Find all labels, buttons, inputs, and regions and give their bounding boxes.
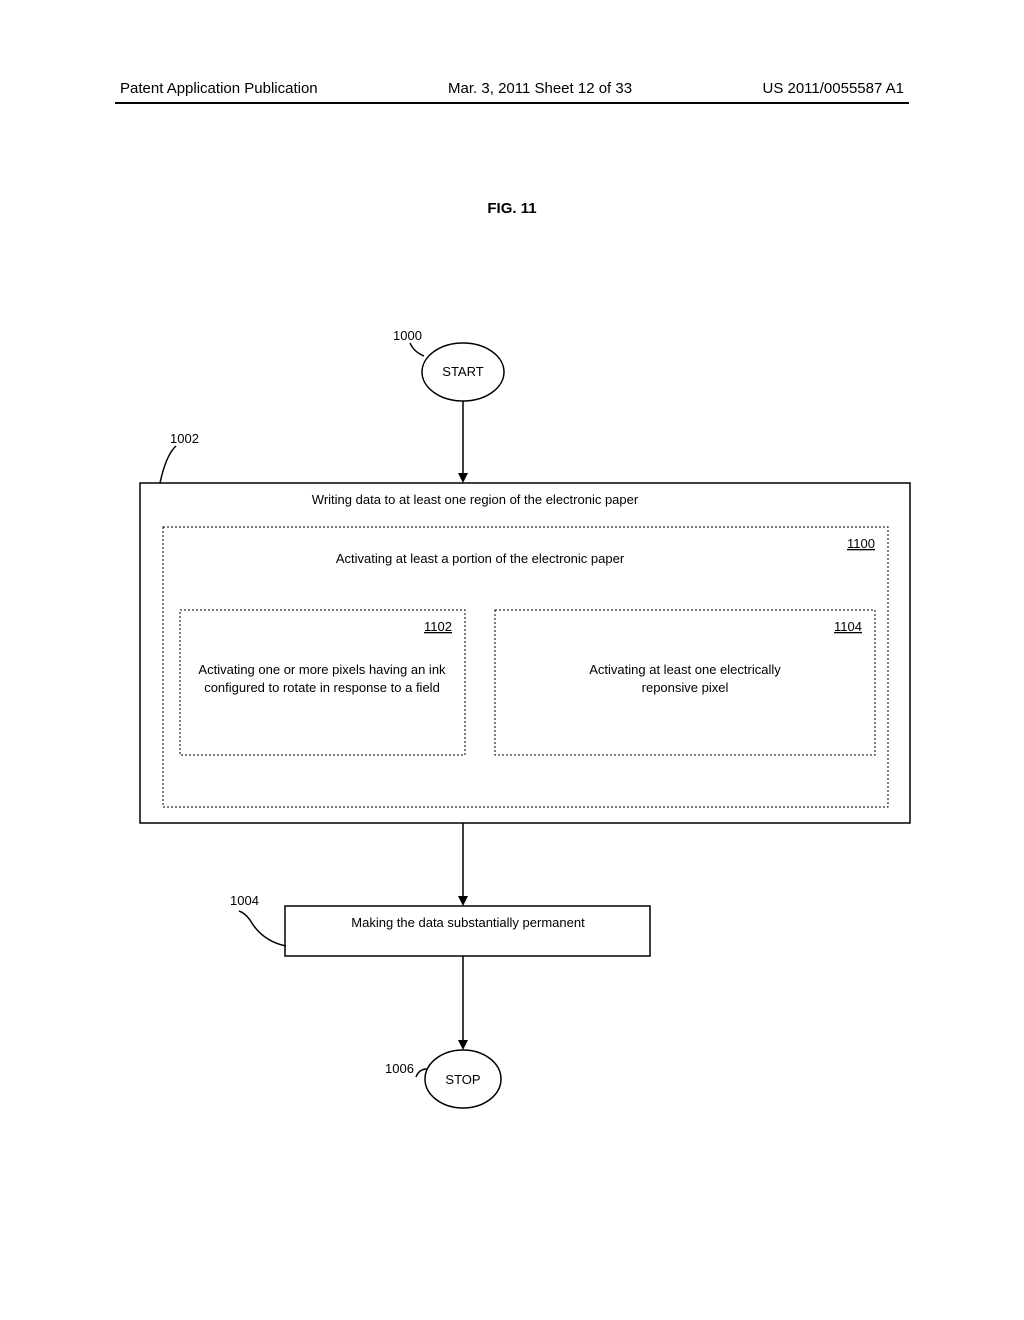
box-1002 bbox=[140, 483, 910, 823]
box-1102-line2: configured to rotate in response to a fi… bbox=[204, 680, 440, 695]
box-1100-text: Activating at least a portion of the ele… bbox=[336, 551, 625, 566]
box-1004 bbox=[285, 906, 650, 956]
header-divider bbox=[115, 102, 909, 104]
start-label: START bbox=[442, 364, 483, 379]
ref-1002: 1002 bbox=[170, 431, 199, 446]
stop-label: STOP bbox=[445, 1072, 480, 1087]
figure-title: FIG. 11 bbox=[487, 200, 536, 217]
box-1104-line1: Activating at least one electrically bbox=[589, 662, 781, 677]
box-1002-text: Writing data to at least one region of t… bbox=[312, 492, 639, 507]
header-left: Patent Application Publication bbox=[120, 80, 318, 97]
header-center: Mar. 3, 2011 Sheet 12 of 33 bbox=[448, 80, 632, 97]
flowchart-diagram: START 1000 Writing data to at least one … bbox=[0, 280, 1024, 1180]
ref-1100: 1100 bbox=[847, 536, 875, 551]
ref-1104: 1104 bbox=[834, 619, 862, 634]
box-1102-line1: Activating one or more pixels having an … bbox=[198, 662, 446, 677]
ref-1102: 1102 bbox=[424, 619, 452, 634]
header-right: US 2011/0055587 A1 bbox=[762, 80, 904, 97]
ref-1006: 1006 bbox=[385, 1061, 414, 1076]
box-1004-text: Making the data substantially permanent bbox=[351, 915, 585, 930]
ref-1000: 1000 bbox=[393, 328, 422, 343]
box-1104-line2: reponsive pixel bbox=[642, 680, 729, 695]
ref-1004: 1004 bbox=[230, 893, 259, 908]
